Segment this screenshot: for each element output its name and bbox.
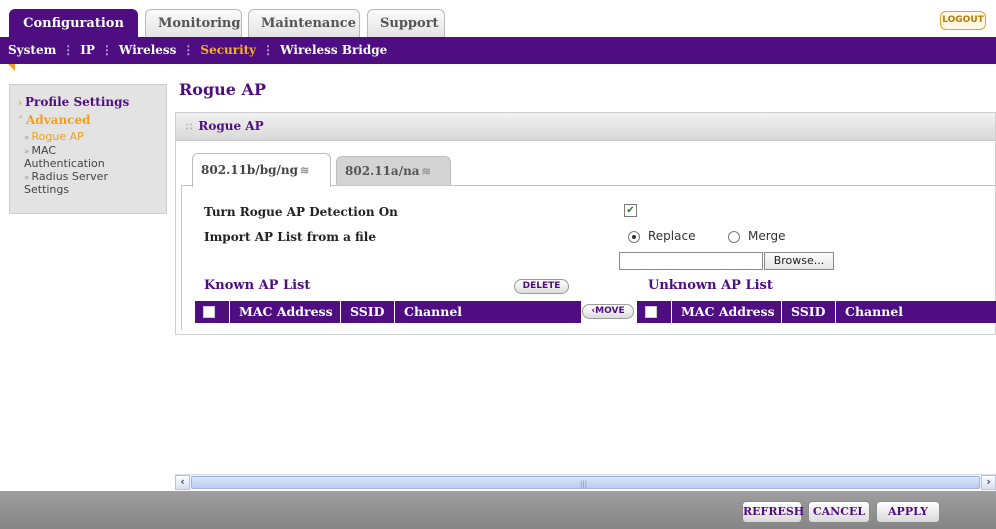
tab-maintenance[interactable]: Maintenance: [248, 9, 360, 37]
known-ap-list-title: Known AP List: [204, 278, 311, 293]
subnav-item-security[interactable]: Security: [200, 43, 256, 57]
move-label: MOVE: [595, 306, 625, 316]
tab-802-11ana[interactable]: 802.11a/na ≋: [336, 156, 451, 186]
subnav-item-system[interactable]: System: [8, 43, 56, 57]
top-tab-bar: Configuration Monitoring Maintenance Sup…: [0, 0, 996, 38]
detection-checkbox[interactable]: ✔: [624, 204, 637, 217]
known-col-channel: Channel: [404, 304, 463, 319]
scroll-left-icon[interactable]: ‹: [175, 475, 190, 490]
horizontal-scrollbar[interactable]: ‹ ||| ›: [175, 474, 996, 490]
sub-navigation: System ⋮ IP ⋮ Wireless ⋮ Security ⋮ Wireless Bri…: [0, 37, 996, 64]
logout-button[interactable]: LOGOUT: [940, 11, 986, 30]
tab-support[interactable]: Support: [367, 9, 445, 37]
subnav-item-wireless-bridge[interactable]: Wireless Bridge: [280, 43, 387, 57]
scroll-right-icon[interactable]: ›: [981, 475, 996, 490]
merge-label: Merge: [748, 229, 786, 243]
sidebar-item-advanced[interactable]: ˅ Advanced: [18, 112, 166, 130]
sidebar-item-radius-server-settings[interactable]: » Radius Server Settings: [18, 171, 138, 196]
sidebar-item-label: Radius Server Settings: [24, 170, 108, 196]
delete-button[interactable]: DELETE: [514, 279, 569, 294]
unknown-select-all-checkbox[interactable]: [645, 306, 657, 318]
unknown-ap-list-title: Unknown AP List: [648, 278, 773, 293]
rogue-ap-section: ∷ Rogue AP 802.11b/bg/ng ≋ 802.11a/na ≋ Tur…: [175, 112, 996, 335]
known-col-mac-address: MAC Address: [230, 301, 341, 323]
sidebar-item-label: Advanced: [26, 113, 91, 127]
chevron-right-icon: ›: [18, 98, 22, 109]
page-title: Rogue AP: [179, 80, 266, 99]
detection-label: Turn Rogue AP Detection On: [204, 205, 398, 219]
apply-button[interactable]: APPLY: [876, 501, 940, 523]
unknown-col-channel: Channel: [845, 304, 904, 319]
chevron-down-icon: ˅: [18, 116, 23, 127]
known-select-all-cell: [195, 301, 230, 323]
double-chevron-icon: »: [24, 147, 30, 157]
tab-monitoring[interactable]: Monitoring: [145, 9, 242, 37]
cancel-button[interactable]: CANCEL: [808, 501, 870, 523]
footer-bar: REFRESH CANCEL APPLY: [0, 491, 996, 529]
move-button[interactable]: ‹MOVE: [582, 304, 634, 319]
sidebar-item-mac-authentication[interactable]: » MAC Authentication: [18, 145, 128, 170]
radio-selected-dot: [632, 235, 636, 239]
wifi-icon: ≋: [299, 164, 310, 177]
subnav-item-ip[interactable]: IP: [80, 43, 95, 57]
band-tab-label: 802.11b/bg/ng: [201, 163, 298, 177]
wifi-icon: ≋: [421, 165, 431, 178]
grip-icon: |||: [580, 480, 588, 488]
band-tab-label: 802.11a/na: [345, 164, 420, 178]
unknown-select-all-cell: [637, 301, 672, 323]
sidebar-item-rogue-ap[interactable]: » Rogue AP: [18, 131, 166, 144]
sidebar-item-profile-settings[interactable]: › Profile Settings: [18, 94, 166, 112]
file-path-input[interactable]: [619, 252, 763, 270]
known-col-ssid: SSID: [341, 301, 395, 323]
section-header: ∷ Rogue AP: [176, 113, 995, 141]
sidebar-item-label: MAC Authentication: [24, 144, 105, 170]
scrollbar-thumb[interactable]: |||: [191, 476, 980, 489]
double-chevron-icon: »: [24, 133, 30, 143]
known-select-all-checkbox[interactable]: [203, 306, 215, 318]
merge-radio[interactable]: [728, 231, 740, 243]
tab-802-11bgng[interactable]: 802.11b/bg/ng ≋: [192, 153, 331, 187]
sidebar-item-label: Profile Settings: [25, 95, 130, 109]
subnav-separator: ⋮: [182, 43, 195, 57]
unknown-col-ssid: SSID: [782, 301, 836, 323]
sidebar: › Profile Settings ˅ Advanced » Rogue AP » M…: [9, 84, 167, 214]
replace-radio[interactable]: [628, 231, 640, 243]
import-label: Import AP List from a file: [204, 230, 376, 244]
tab-configuration[interactable]: Configuration: [9, 9, 138, 38]
browse-button[interactable]: Browse...: [764, 252, 834, 270]
unknown-ap-table-header: MAC Address SSID Channel: [637, 301, 996, 323]
replace-label: Replace: [648, 229, 696, 243]
sidebar-item-label: Rogue AP: [31, 130, 84, 143]
grip-icon: ∷: [186, 122, 193, 133]
subnav-item-wireless[interactable]: Wireless: [119, 43, 177, 57]
corner-accent: [8, 64, 15, 71]
subnav-separator: ⋮: [62, 43, 75, 57]
subnav-separator: ⋮: [100, 43, 113, 57]
section-title: Rogue AP: [198, 119, 264, 133]
subnav-separator: ⋮: [262, 43, 275, 57]
double-chevron-icon: »: [24, 173, 30, 183]
refresh-button[interactable]: REFRESH: [742, 501, 804, 523]
known-ap-table-header: MAC Address SSID Channel: [195, 301, 581, 323]
unknown-col-mac-address: MAC Address: [672, 301, 782, 323]
